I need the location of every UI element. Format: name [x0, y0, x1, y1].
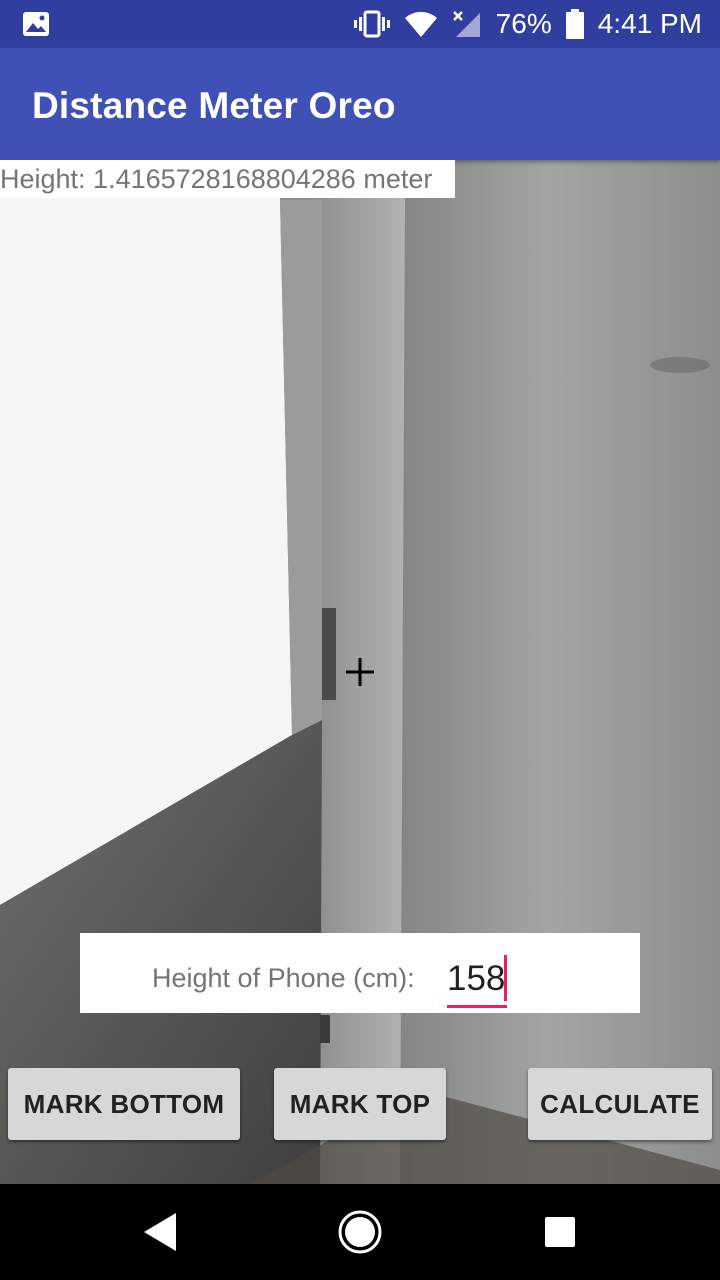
- phone-height-panel: Height of Phone (cm): 158: [80, 933, 640, 1013]
- home-icon: [338, 1210, 382, 1254]
- recents-button[interactable]: [500, 1184, 620, 1280]
- battery-icon: [565, 9, 584, 39]
- height-readout: Height: 1.4165728168804286 meter: [0, 160, 455, 198]
- phone-height-value[interactable]: 158: [447, 959, 505, 999]
- phone-height-input[interactable]: 158: [447, 951, 507, 1008]
- home-button[interactable]: [300, 1184, 420, 1280]
- battery-percent: 76%: [495, 8, 552, 39]
- crosshair-icon: [346, 658, 374, 686]
- back-button[interactable]: [100, 1184, 220, 1280]
- recents-icon: [545, 1217, 575, 1247]
- back-icon: [144, 1213, 176, 1251]
- calculate-button[interactable]: CALCULATE: [528, 1068, 712, 1140]
- no-signal-icon: [452, 9, 482, 39]
- input-underline: [447, 1005, 507, 1008]
- mark-bottom-button[interactable]: MARK BOTTOM: [8, 1068, 240, 1140]
- status-bar: 76% 4:41 PM: [0, 0, 720, 48]
- phone-height-label: Height of Phone (cm):: [152, 963, 415, 993]
- navigation-bar: [0, 1184, 720, 1280]
- vibrate-icon: [353, 10, 390, 38]
- wifi-icon: [404, 10, 438, 38]
- text-caret: [504, 955, 507, 1001]
- image-notification-icon: [22, 11, 50, 37]
- app-screen: 76% 4:41 PM Distance Meter Oreo Height: …: [0, 0, 720, 1280]
- mark-top-button[interactable]: MARK TOP: [274, 1068, 446, 1140]
- status-time: 4:41 PM: [597, 8, 702, 39]
- app-bar: Distance Meter Oreo: [0, 48, 720, 160]
- app-title: Distance Meter Oreo: [32, 85, 396, 126]
